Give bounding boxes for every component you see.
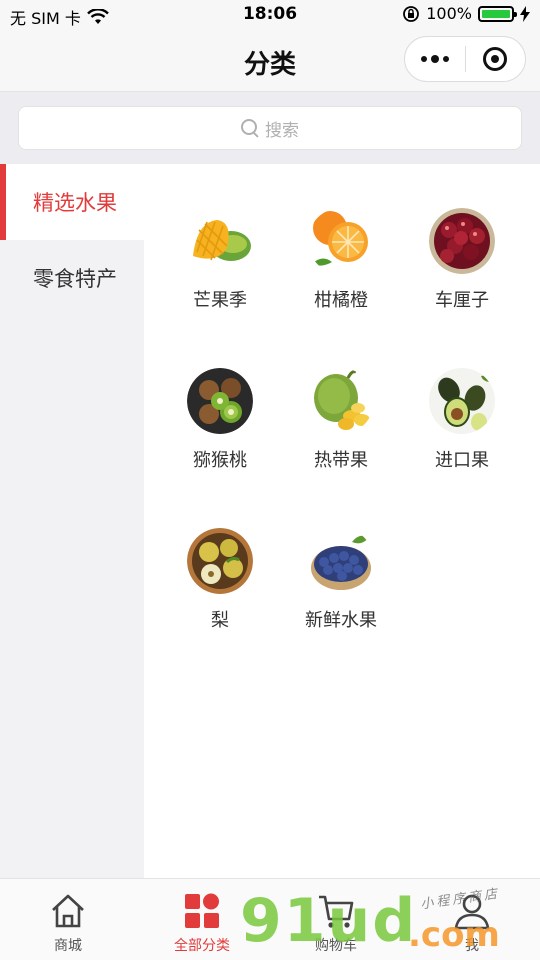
tab-me[interactable]: 我 — [422, 891, 522, 955]
search-icon — [241, 119, 259, 137]
category-sidebar: 精选水果 零食特产 — [0, 164, 144, 878]
orientation-lock-icon — [403, 5, 420, 22]
category-label: 猕猴桃 — [193, 450, 247, 471]
tab-label: 商城 — [54, 938, 82, 954]
search-input[interactable]: 搜索 — [18, 106, 522, 150]
status-right: 100% — [402, 4, 530, 23]
search-placeholder: 搜索 — [265, 120, 299, 141]
sidebar-item-label: 零食特产 — [33, 267, 117, 291]
user-icon — [452, 891, 492, 931]
tab-mall[interactable]: 商城 — [18, 891, 118, 955]
avocado-icon — [429, 368, 495, 434]
category-item-fresh-fruit[interactable]: 新鲜水果 — [281, 528, 401, 648]
battery-percent: 100% — [426, 4, 472, 23]
orange-icon — [308, 208, 374, 274]
sidebar-item-label: 精选水果 — [33, 191, 117, 215]
tab-cart[interactable]: 购物车 — [286, 891, 386, 955]
category-label: 柑橘橙 — [314, 290, 368, 311]
status-bar: 无 SIM 卡 18:06 100% — [0, 0, 540, 30]
more-dots-icon — [420, 55, 449, 63]
mango-icon — [187, 208, 253, 274]
category-label: 进口果 — [435, 450, 489, 471]
category-item-tropical[interactable]: 热带果 — [281, 368, 401, 488]
category-item-pear[interactable]: 梨 — [160, 528, 280, 648]
category-item-kiwi[interactable]: 猕猴桃 — [160, 368, 280, 488]
category-label: 梨 — [211, 610, 229, 631]
category-item-citrus[interactable]: 柑橘橙 — [281, 208, 401, 328]
close-button[interactable] — [466, 37, 526, 81]
cherry-icon — [429, 208, 495, 274]
category-label: 芒果季 — [193, 290, 247, 311]
more-button[interactable] — [405, 37, 465, 81]
nav-bar: 分类 — [0, 30, 540, 92]
category-grid: 芒果季 柑橘橙 车厘子 猕猴桃 热带果 进口果 梨 新鲜水果 — [144, 164, 540, 878]
tab-all-categories[interactable]: 全部分类 — [152, 891, 252, 955]
sidebar-item-selected-fruit[interactable]: 精选水果 — [0, 164, 144, 240]
battery-icon — [478, 5, 517, 22]
search-area: 搜索 — [0, 92, 540, 164]
tab-label: 我 — [465, 938, 479, 954]
category-label: 车厘子 — [435, 290, 489, 311]
charging-icon — [520, 5, 530, 22]
tab-label: 全部分类 — [174, 938, 230, 954]
category-label: 新鲜水果 — [305, 610, 377, 631]
category-grid-icon — [182, 891, 222, 931]
pear-icon — [187, 528, 253, 594]
tab-label: 购物车 — [315, 938, 357, 954]
sidebar-item-snacks[interactable]: 零食特产 — [0, 240, 144, 316]
category-label: 热带果 — [314, 450, 368, 471]
category-item-imported[interactable]: 进口果 — [402, 368, 522, 488]
cart-icon — [316, 891, 356, 931]
mini-program-capsule — [404, 36, 526, 82]
close-target-icon — [483, 47, 508, 71]
bottom-tab-bar: 商城 全部分类 购物车 我 — [0, 878, 540, 960]
blueberry-icon — [308, 528, 374, 594]
category-item-mango[interactable]: 芒果季 — [160, 208, 280, 328]
jackfruit-icon — [308, 368, 374, 434]
kiwi-icon — [187, 368, 253, 434]
category-item-cherry[interactable]: 车厘子 — [402, 208, 522, 328]
home-icon — [48, 891, 88, 931]
